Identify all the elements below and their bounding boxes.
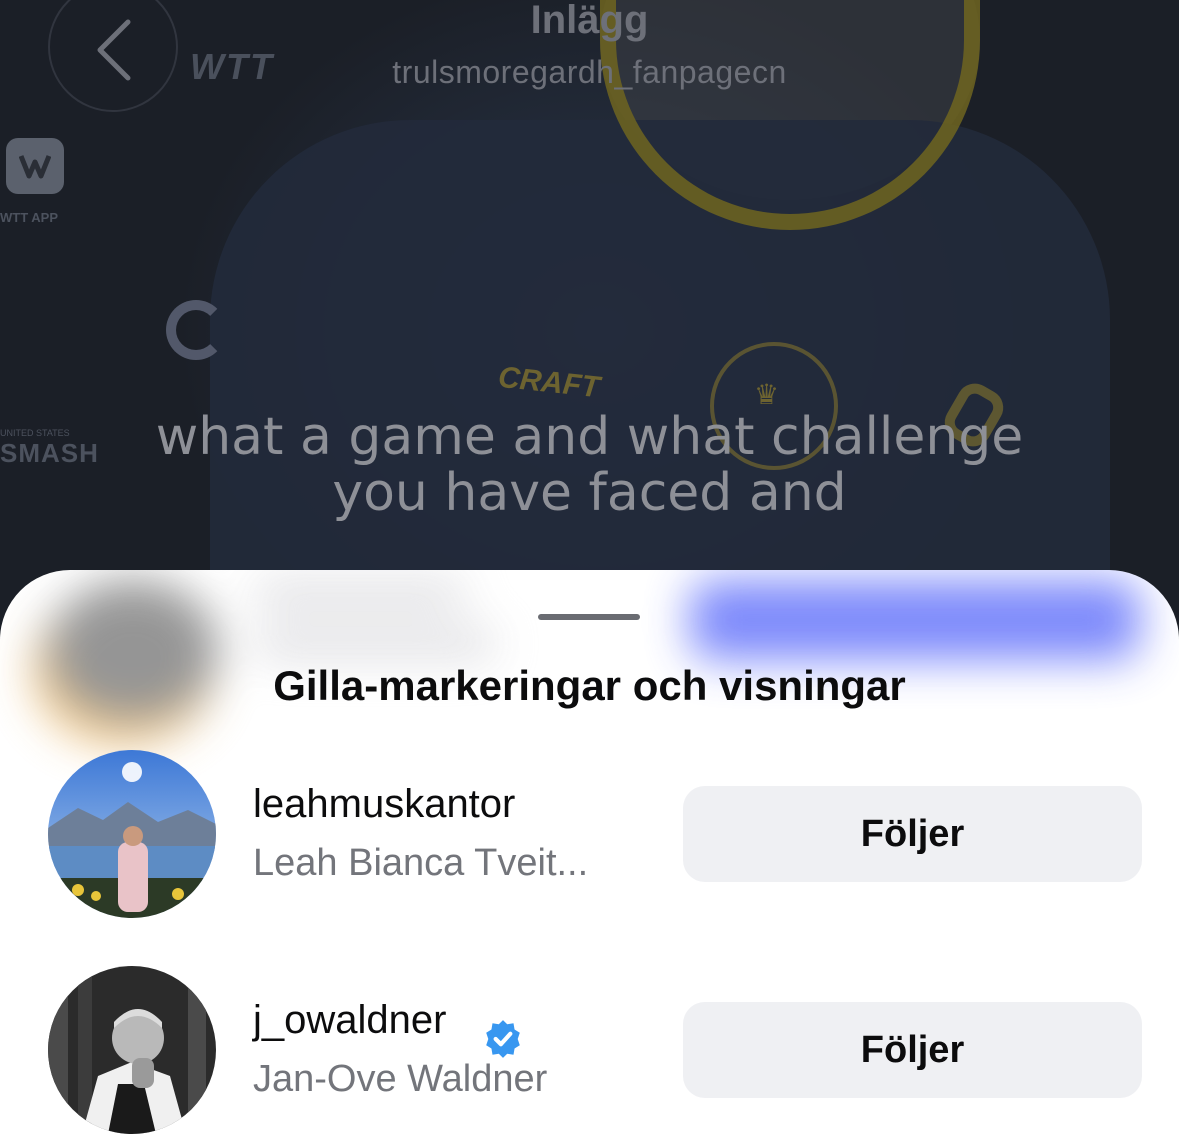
sheet-drag-handle[interactable] — [538, 614, 640, 620]
list-item[interactable]: leahmuskantor Leah Bianca Tveit... Följe… — [0, 746, 1179, 926]
video-caption-line-2: you have faced and — [332, 463, 847, 523]
list-item[interactable]: j_owaldner Jan-Ove Waldner Följer — [0, 962, 1179, 1137]
video-shirt — [210, 120, 1110, 640]
video-frame[interactable]: WTT WTT APP UNITED STATES SMASH CRAFT ♛ … — [0, 0, 1179, 640]
blurred-username — [255, 580, 465, 608]
blurred-fullname — [255, 630, 495, 658]
username[interactable]: leahmuskantor — [253, 782, 515, 827]
avatar[interactable] — [48, 966, 216, 1134]
full-name: Jan-Ove Waldner — [253, 1058, 548, 1100]
verified-badge-icon — [486, 1020, 520, 1058]
following-button[interactable]: Följer — [683, 1002, 1142, 1098]
video-caption-line-1: what a game and what challenge — [155, 407, 1024, 467]
sheet-title: Gilla-markeringar och visningar — [273, 662, 906, 709]
page-title: Inlägg — [530, 0, 649, 42]
sponsor-g-logo — [166, 300, 226, 360]
username[interactable]: j_owaldner — [253, 998, 446, 1043]
likes-sheet: Gilla-markeringar och visningar leahmusk… — [0, 570, 1179, 1137]
avatar[interactable] — [48, 750, 216, 918]
following-button[interactable]: Följer — [683, 786, 1142, 882]
wtt-app-icon — [6, 138, 64, 194]
full-name: Leah Bianca Tveit... — [253, 842, 589, 884]
page-subtitle[interactable]: trulsmoregardh_fanpagecn — [0, 54, 1179, 91]
blurred-follow-button — [690, 580, 1140, 660]
wtt-app-label: WTT APP — [0, 210, 59, 225]
